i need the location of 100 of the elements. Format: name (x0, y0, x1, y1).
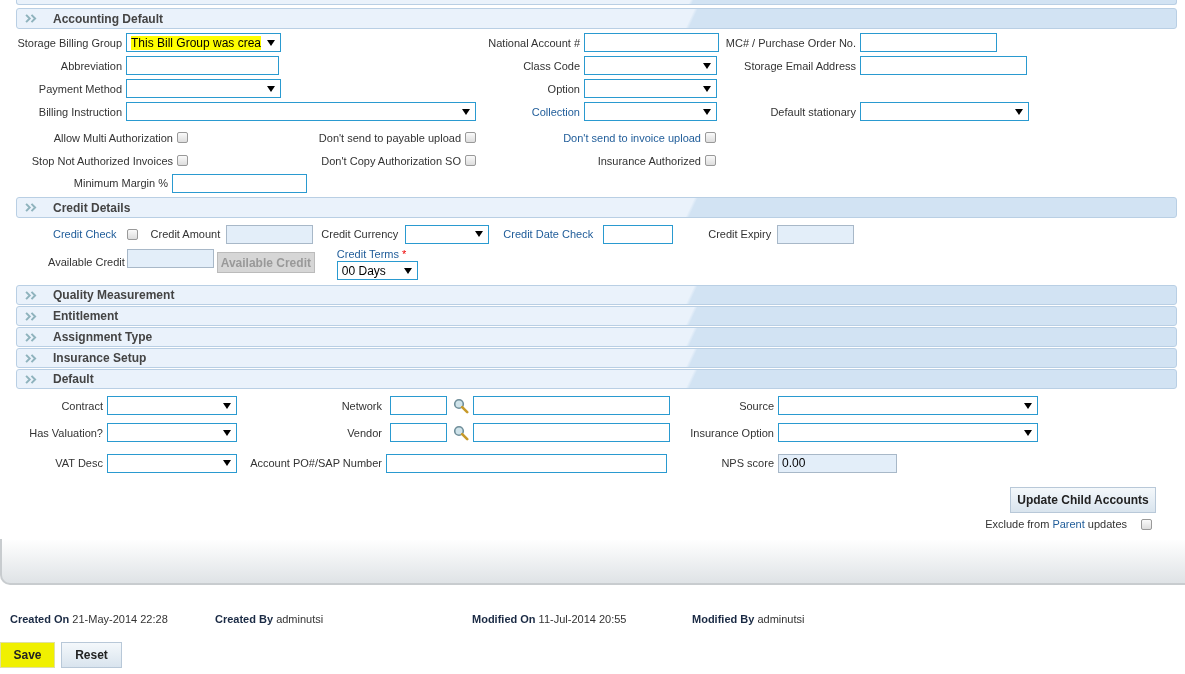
field-label: Vendor (346, 426, 382, 439)
field-label: Credit Currency (321, 228, 399, 240)
checkbox[interactable] (705, 132, 716, 143)
checkbox[interactable] (126, 228, 138, 240)
input-field[interactable] (390, 396, 447, 415)
checkbox-label: Exclude from Parent updates (985, 518, 1127, 530)
input-field[interactable] (584, 33, 719, 52)
checkbox[interactable] (1141, 518, 1152, 530)
search-icon[interactable] (453, 424, 469, 441)
input-field[interactable] (603, 224, 674, 244)
chevron-icon (25, 203, 38, 212)
field-label: Available Credit (48, 256, 125, 268)
dropdown[interactable] (778, 423, 1038, 442)
section-header[interactable]: Credit Details (16, 197, 1177, 218)
field-label: Credit Terms * (336, 248, 407, 260)
field-label: Credit Amount (150, 228, 221, 240)
field-label: Default stationary (769, 105, 856, 118)
caret-icon (267, 38, 275, 47)
checkbox[interactable] (177, 155, 188, 166)
input-field[interactable] (860, 33, 997, 52)
checkbox[interactable] (177, 132, 188, 143)
field-label: Insurance Option (689, 426, 774, 439)
section-title: Insurance Setup (53, 351, 147, 365)
section-header[interactable]: Quality Measurement (16, 285, 1177, 305)
checkbox-label: Stop Not Authorized Invoices (31, 154, 173, 167)
dropdown[interactable] (107, 423, 237, 442)
checkbox[interactable] (465, 132, 476, 143)
update-child-accounts-button[interactable]: Update Child Accounts (1010, 487, 1156, 513)
input-field[interactable] (126, 56, 279, 75)
caret-icon (1024, 428, 1032, 437)
chevron-icon (25, 332, 38, 342)
dropdown[interactable]: 00 Days (336, 261, 418, 280)
checkbox[interactable] (705, 155, 716, 166)
input-field[interactable] (126, 249, 214, 268)
chevron-icon (25, 14, 38, 23)
chevron-icon (25, 353, 38, 363)
chevron-icon (25, 290, 38, 300)
caret-icon (267, 84, 275, 93)
input-field[interactable] (473, 423, 670, 442)
field-label: Minimum Margin % (72, 177, 168, 189)
field-label: Contract (60, 399, 103, 412)
caret-icon (1015, 107, 1023, 116)
audit-info: Modified On 11-Jul-2014 20:55 (472, 613, 627, 625)
caret-icon (223, 428, 231, 437)
input-field[interactable] (473, 396, 670, 415)
section-title: Assignment Type (53, 330, 153, 344)
field-label: NPS score (720, 457, 774, 469)
form-button[interactable]: Save (0, 642, 55, 668)
checkbox[interactable] (465, 155, 476, 166)
input-field[interactable] (226, 224, 314, 244)
dropdown[interactable] (584, 56, 717, 75)
field-label: Option (546, 82, 580, 95)
field-label: Storage Email Address (743, 59, 856, 72)
dropdown[interactable]: This Bill Group was crea (126, 33, 281, 52)
dropdown[interactable] (126, 102, 476, 121)
parent-link[interactable]: Parent (1052, 518, 1085, 530)
input-field[interactable] (777, 224, 855, 244)
search-icon[interactable] (453, 397, 469, 414)
checkbox-label: Insurance Authorized (597, 154, 701, 167)
section-title: Default (53, 372, 94, 386)
section-title: Entitlement (53, 309, 119, 323)
caret-icon (703, 107, 711, 116)
audit-info: Created On 21-May-2014 22:28 (10, 613, 168, 625)
field-label: Billing Instruction (37, 105, 122, 118)
section-title: Credit Details (53, 200, 131, 215)
dropdown[interactable] (778, 396, 1038, 415)
section-header[interactable]: Accounting Default (16, 8, 1177, 29)
field-label: Network (340, 399, 382, 412)
dropdown[interactable] (107, 396, 237, 415)
field-label: Credit Check (53, 228, 117, 240)
audit-info: Modified By adminutsi (692, 613, 805, 625)
dropdown[interactable] (860, 102, 1029, 121)
form-button[interactable]: Reset (61, 642, 122, 668)
dropdown[interactable] (107, 453, 237, 473)
section-header[interactable]: Insurance Setup (16, 348, 1177, 368)
dropdown[interactable] (126, 79, 281, 98)
field-label: Class Code (522, 59, 580, 72)
caret-icon (703, 84, 711, 93)
field-label: Payment Method (37, 82, 122, 95)
checkbox-label: Allow Multi Authorization (53, 131, 173, 144)
input-field[interactable] (172, 173, 307, 193)
checkbox-label: Don't Copy Authorization SO (321, 154, 461, 167)
chevron-icon (25, 374, 38, 384)
input-field[interactable] (860, 56, 1027, 75)
dropdown[interactable] (584, 102, 717, 121)
field-label: Credit Expiry (708, 228, 772, 240)
input-field[interactable] (386, 453, 667, 473)
field-label: Account PO#/SAP Number (249, 457, 382, 469)
input-field[interactable] (390, 423, 447, 442)
section-header[interactable]: Assignment Type (16, 327, 1177, 347)
input-field[interactable]: 0.00 (778, 453, 897, 473)
dropdown[interactable] (584, 79, 717, 98)
field-label: Has Valuation? (28, 426, 103, 439)
dropdown[interactable] (405, 224, 490, 244)
section-header[interactable]: Entitlement (16, 306, 1177, 326)
checkbox-label: Don't send to invoice upload (563, 131, 701, 144)
caret-icon (462, 107, 470, 116)
field-label: Source (738, 399, 774, 412)
section-header[interactable]: Default (16, 369, 1177, 389)
field-label: Abbreviation (59, 59, 122, 72)
